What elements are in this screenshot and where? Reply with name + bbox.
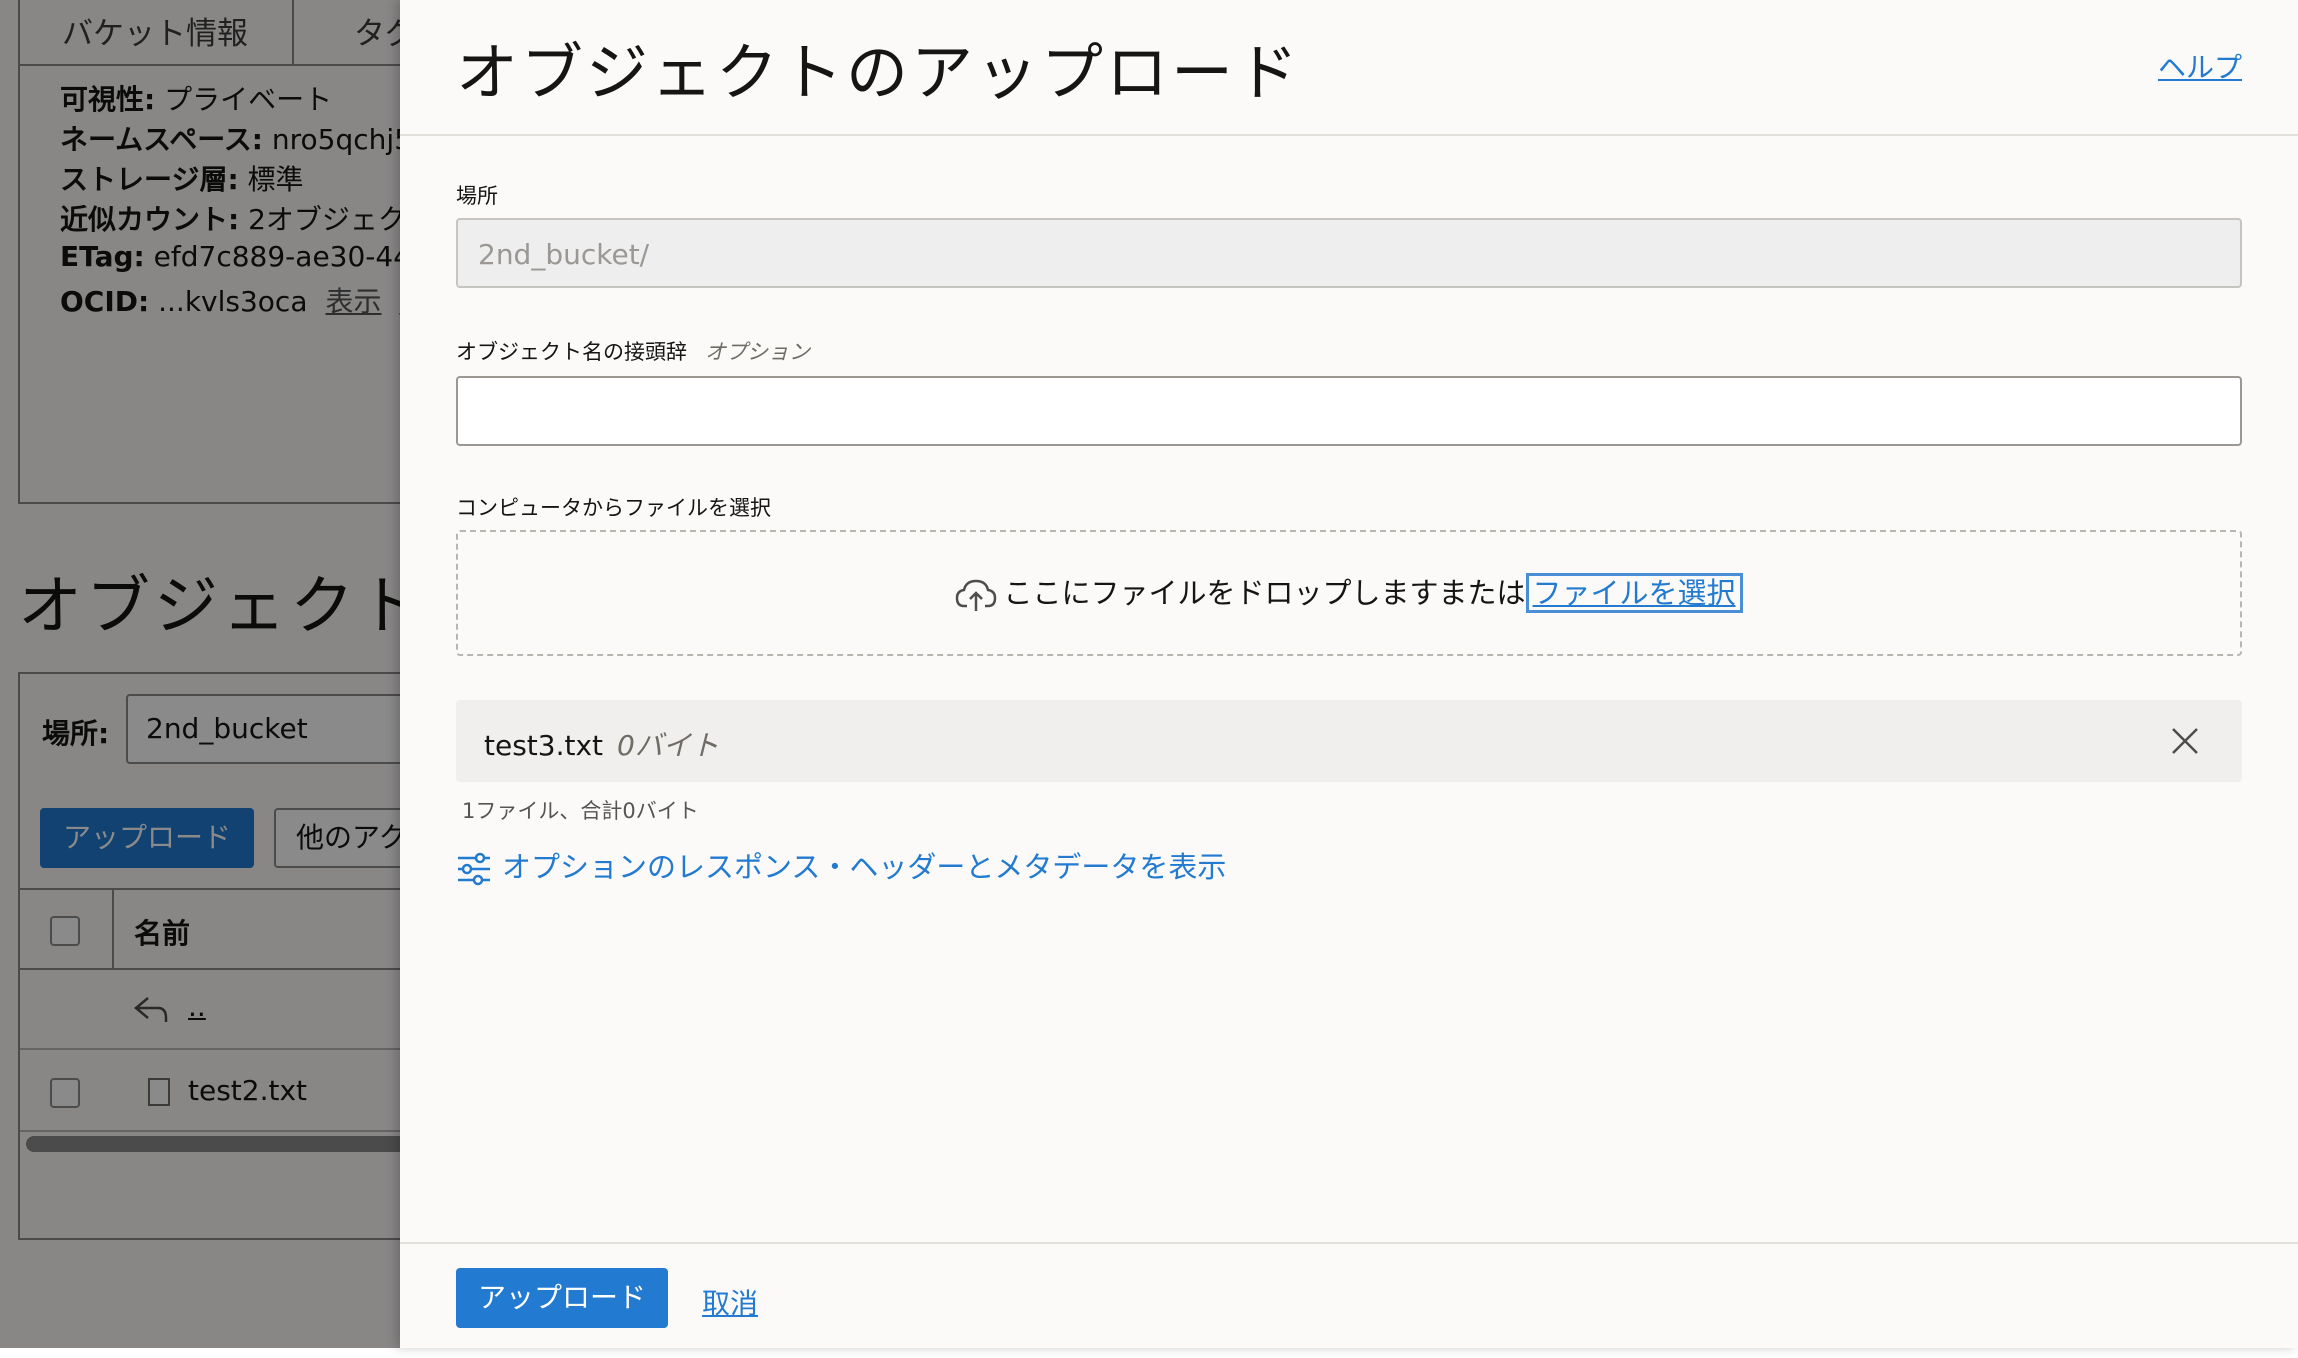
cloud-upload-icon [956, 579, 997, 611]
file-select-label: コンピュータからファイルを選択 [456, 496, 771, 520]
prefix-label: オブジェクト名の接頭辞 [456, 340, 687, 364]
close-icon[interactable] [2170, 726, 2200, 756]
prefix-optional-hint: オプション [705, 340, 810, 364]
modal-overlay[interactable] [0, 0, 400, 1348]
prefix-input[interactable] [456, 376, 2242, 446]
help-link[interactable]: ヘルプ [2158, 46, 2242, 86]
location-field: 2nd_bucket/ [456, 218, 2242, 288]
selected-file: test3.txt 0バイト [484, 724, 719, 764]
panel-header: オブジェクトのアップロード ヘルプ [400, 0, 2298, 136]
file-summary: 1ファイル、合計0バイト [462, 799, 699, 823]
show-options-link[interactable]: オプションのレスポンス・ヘッダーとメタデータを表示 [456, 844, 1226, 887]
show-options-label: オプションのレスポンス・ヘッダーとメタデータを表示 [502, 850, 1227, 884]
panel-title: オブジェクトのアップロード [456, 36, 1302, 109]
file-name: test3.txt [484, 729, 604, 762]
prefix-label-row: オブジェクト名の接頭辞 オプション [456, 336, 810, 366]
location-label: 場所 [456, 184, 498, 208]
file-dropzone[interactable]: ここにファイルをドロップしますまたは ファイルを選択 [456, 530, 2242, 656]
dropzone-text: ここにファイルをドロップしますまたは [1003, 576, 1526, 610]
upload-submit-button[interactable]: アップロード [456, 1268, 668, 1328]
dropzone-content: ここにファイルをドロップしますまたは ファイルを選択 [458, 570, 2240, 613]
selected-file-row: test3.txt 0バイト [456, 700, 2242, 782]
select-file-link[interactable]: ファイルを選択 [1525, 573, 1743, 613]
panel-footer: アップロード 取消 [400, 1242, 2298, 1348]
settings-sliders-icon [458, 852, 490, 886]
upload-objects-panel: オブジェクトのアップロード ヘルプ 場所 2nd_bucket/ オブジェクト名… [400, 0, 2298, 1348]
file-size: 0バイト [617, 729, 719, 762]
cancel-link[interactable]: 取消 [702, 1282, 758, 1322]
